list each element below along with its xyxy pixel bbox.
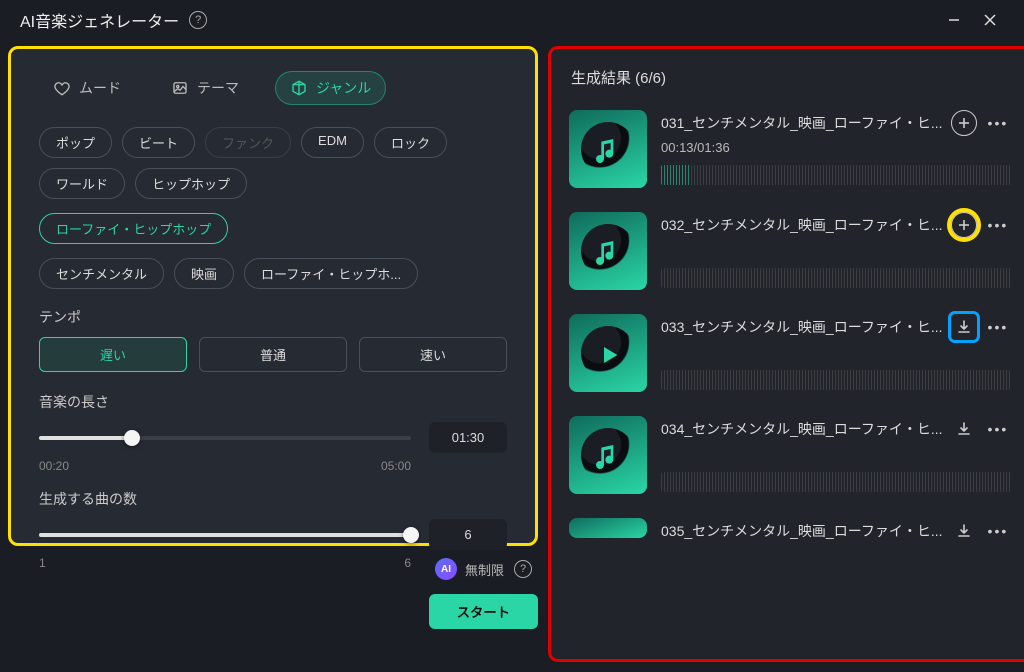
add-to-timeline-button[interactable] bbox=[951, 110, 977, 136]
tab-theme[interactable]: テーマ bbox=[157, 71, 253, 105]
chip-world[interactable]: ワールド bbox=[39, 168, 125, 199]
waveform[interactable] bbox=[661, 370, 1011, 390]
chip-edm[interactable]: EDM bbox=[301, 127, 364, 158]
track-thumbnail[interactable] bbox=[569, 416, 647, 494]
length-min: 00:20 bbox=[39, 459, 69, 473]
minimize-button[interactable] bbox=[936, 2, 972, 38]
track-thumbnail[interactable] bbox=[569, 518, 647, 538]
tab-genre-label: ジャンル bbox=[316, 78, 371, 98]
track-title: 034_センチメンタル_映画_ローファイ・ヒ... bbox=[661, 419, 943, 439]
more-menu-button[interactable]: ••• bbox=[985, 115, 1012, 131]
plus-icon bbox=[957, 116, 971, 130]
unlimited-label: 無制限 bbox=[465, 560, 504, 579]
tab-genre[interactable]: ジャンル bbox=[275, 71, 386, 105]
results-header: 生成結果 (6/6) bbox=[565, 67, 1024, 88]
tag-sentimental[interactable]: センチメンタル bbox=[39, 258, 164, 289]
count-max: 6 bbox=[404, 556, 411, 570]
help-icon[interactable]: ? bbox=[189, 11, 207, 29]
chip-rock[interactable]: ロック bbox=[374, 127, 447, 158]
count-label: 生成する曲の数 bbox=[39, 489, 507, 509]
download-button[interactable] bbox=[951, 416, 977, 442]
tempo-normal[interactable]: 普通 bbox=[199, 337, 347, 372]
download-icon bbox=[956, 421, 972, 437]
chip-beat[interactable]: ビート bbox=[122, 127, 195, 158]
close-button[interactable] bbox=[972, 2, 1008, 38]
waveform[interactable] bbox=[661, 472, 1011, 492]
tempo-label: テンポ bbox=[39, 307, 507, 327]
track-title: 031_センチメンタル_映画_ローファイ・ヒ... bbox=[661, 113, 943, 133]
download-button[interactable] bbox=[951, 518, 977, 544]
length-max: 05:00 bbox=[381, 459, 411, 473]
more-menu-button[interactable]: ••• bbox=[985, 523, 1012, 539]
tag-movie[interactable]: 映画 bbox=[174, 258, 234, 289]
track-thumbnail[interactable] bbox=[569, 110, 647, 188]
waveform[interactable] bbox=[661, 268, 1011, 288]
music-note-icon bbox=[592, 441, 624, 473]
tempo-fast[interactable]: 速い bbox=[359, 337, 507, 372]
track-title: 033_センチメンタル_映画_ローファイ・ヒ... bbox=[661, 317, 943, 337]
titlebar: AI音楽ジェネレーター ? bbox=[0, 0, 1024, 40]
track-thumbnail[interactable] bbox=[569, 314, 647, 392]
category-tabs: ムード テーマ ジャンル bbox=[39, 71, 507, 105]
add-to-timeline-button[interactable] bbox=[951, 212, 977, 238]
length-slider[interactable] bbox=[39, 436, 411, 440]
track-title: 032_センチメンタル_映画_ローファイ・ヒ... bbox=[661, 215, 943, 235]
tempo-slow[interactable]: 遅い bbox=[39, 337, 187, 372]
waveform[interactable] bbox=[661, 165, 1011, 185]
selected-tags: センチメンタル 映画 ローファイ・ヒップホ... bbox=[39, 258, 507, 289]
start-button[interactable]: スタート bbox=[429, 594, 538, 629]
count-slider[interactable] bbox=[39, 533, 411, 537]
tab-mood[interactable]: ムード bbox=[39, 71, 135, 105]
length-label: 音楽の長さ bbox=[39, 392, 507, 412]
tab-mood-label: ムード bbox=[79, 78, 121, 98]
track-title: 035_センチメンタル_映画_ローファイ・ヒ... bbox=[661, 521, 943, 541]
settings-card: ムード テーマ ジャンル ポップ ビート ファンク EDM ロック ワールド bbox=[8, 46, 538, 546]
count-value: 6 bbox=[429, 519, 507, 550]
more-menu-button[interactable]: ••• bbox=[985, 217, 1012, 233]
track-row[interactable]: 032_センチメンタル_映画_ローファイ・ヒ... ••• bbox=[565, 204, 1015, 306]
more-menu-button[interactable]: ••• bbox=[985, 319, 1012, 335]
track-row[interactable]: 033_センチメンタル_映画_ローファイ・ヒ... ••• bbox=[565, 306, 1015, 408]
ai-badge-icon: AI bbox=[435, 558, 457, 580]
genre-chip-row: ポップ ビート ファンク EDM ロック ワールド ヒップホップ bbox=[39, 127, 507, 199]
more-menu-button[interactable]: ••• bbox=[985, 421, 1012, 437]
tab-theme-label: テーマ bbox=[197, 78, 239, 98]
tag-lofi[interactable]: ローファイ・ヒップホ... bbox=[244, 258, 418, 289]
tempo-selector: 遅い 普通 速い bbox=[39, 337, 507, 372]
chip-pop[interactable]: ポップ bbox=[39, 127, 112, 158]
count-min: 1 bbox=[39, 556, 46, 570]
results-panel: 生成結果 (6/6) 031_センチメンタル_映画_ローファイ・ヒ... •••… bbox=[548, 46, 1024, 662]
download-button[interactable] bbox=[951, 314, 977, 340]
plus-icon bbox=[957, 218, 971, 232]
download-icon bbox=[956, 319, 972, 335]
results-list: 031_センチメンタル_映画_ローファイ・ヒ... ••• 00:13/01:3… bbox=[565, 102, 1024, 651]
track-time: 00:13/01:36 bbox=[661, 140, 1011, 155]
track-thumbnail[interactable] bbox=[569, 212, 647, 290]
download-icon bbox=[956, 523, 972, 539]
track-row[interactable]: 034_センチメンタル_映画_ローファイ・ヒ... ••• bbox=[565, 408, 1015, 510]
length-value: 01:30 bbox=[429, 422, 507, 453]
music-note-icon bbox=[592, 135, 624, 167]
track-row[interactable]: 031_センチメンタル_映画_ローファイ・ヒ... ••• 00:13/01:3… bbox=[565, 102, 1015, 204]
chip-lofi[interactable]: ローファイ・ヒップホップ bbox=[39, 213, 228, 244]
music-note-icon bbox=[592, 237, 624, 269]
chip-funk[interactable]: ファンク bbox=[205, 127, 291, 158]
unlimited-help-icon[interactable]: ? bbox=[514, 560, 532, 578]
track-row[interactable]: 035_センチメンタル_映画_ローファイ・ヒ... ••• bbox=[565, 510, 1015, 544]
genre-chip-row-2: ローファイ・ヒップホップ bbox=[39, 213, 507, 244]
unlimited-indicator: AI 無制限 ? bbox=[435, 558, 532, 580]
chip-hiphop[interactable]: ヒップホップ bbox=[135, 168, 247, 199]
window-title: AI音楽ジェネレーター bbox=[20, 8, 179, 32]
play-icon bbox=[592, 339, 624, 371]
